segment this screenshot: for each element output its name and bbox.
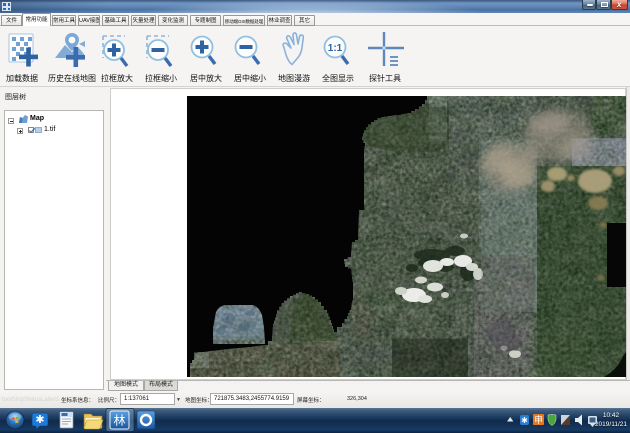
svg-text:申: 申 xyxy=(534,414,543,425)
svg-text:林: 林 xyxy=(113,414,125,428)
svg-text:✱: ✱ xyxy=(35,414,44,426)
svg-text:✱: ✱ xyxy=(521,416,528,425)
